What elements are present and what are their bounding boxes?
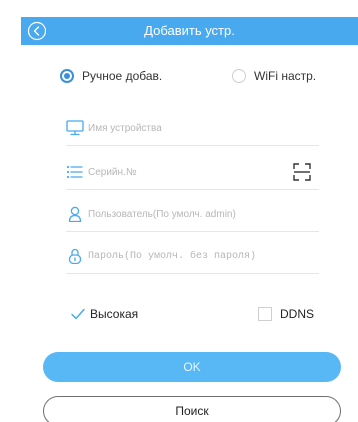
title-bar: Добавить устр.: [21, 17, 358, 45]
serial-number-field: [66, 156, 319, 190]
username-field: [66, 198, 319, 232]
username-input[interactable]: [88, 204, 288, 224]
checkmark-icon: [71, 308, 85, 320]
ddns-label: DDNS: [280, 307, 315, 321]
radio-unselected-icon: [232, 69, 246, 83]
high-quality-label: Высокая: [90, 307, 139, 321]
manual-add-label: Ручное добав.: [82, 69, 163, 83]
wifi-setup-radio[interactable]: WiFi настр.: [232, 66, 316, 86]
wifi-setup-label: WiFi настр.: [254, 69, 317, 83]
lock-icon: [68, 248, 82, 264]
checkbox-empty-icon: [258, 307, 272, 321]
manual-add-radio[interactable]: Ручное добав.: [60, 66, 162, 86]
radio-selected-icon: [60, 69, 74, 83]
user-icon: [68, 206, 82, 222]
scan-icon: [293, 163, 311, 181]
password-input[interactable]: [88, 246, 288, 266]
password-field: [66, 240, 319, 274]
add-mode-selector: Ручное добав. WiFi настр.: [0, 66, 358, 86]
list-icon: [66, 165, 83, 179]
device-name-input[interactable]: [88, 118, 288, 138]
scan-qr-button[interactable]: [292, 162, 312, 182]
options-row: Высокая DDNS: [0, 304, 358, 324]
high-quality-checkbox[interactable]: Высокая: [70, 304, 138, 324]
page-title: Добавить устр.: [144, 23, 235, 38]
serial-number-input[interactable]: [88, 162, 288, 182]
device-name-field: [66, 112, 319, 146]
ok-button[interactable]: OK: [43, 352, 341, 382]
monitor-icon: [66, 120, 84, 136]
ddns-checkbox[interactable]: DDNS: [258, 304, 314, 324]
search-button[interactable]: Поиск: [43, 396, 341, 422]
